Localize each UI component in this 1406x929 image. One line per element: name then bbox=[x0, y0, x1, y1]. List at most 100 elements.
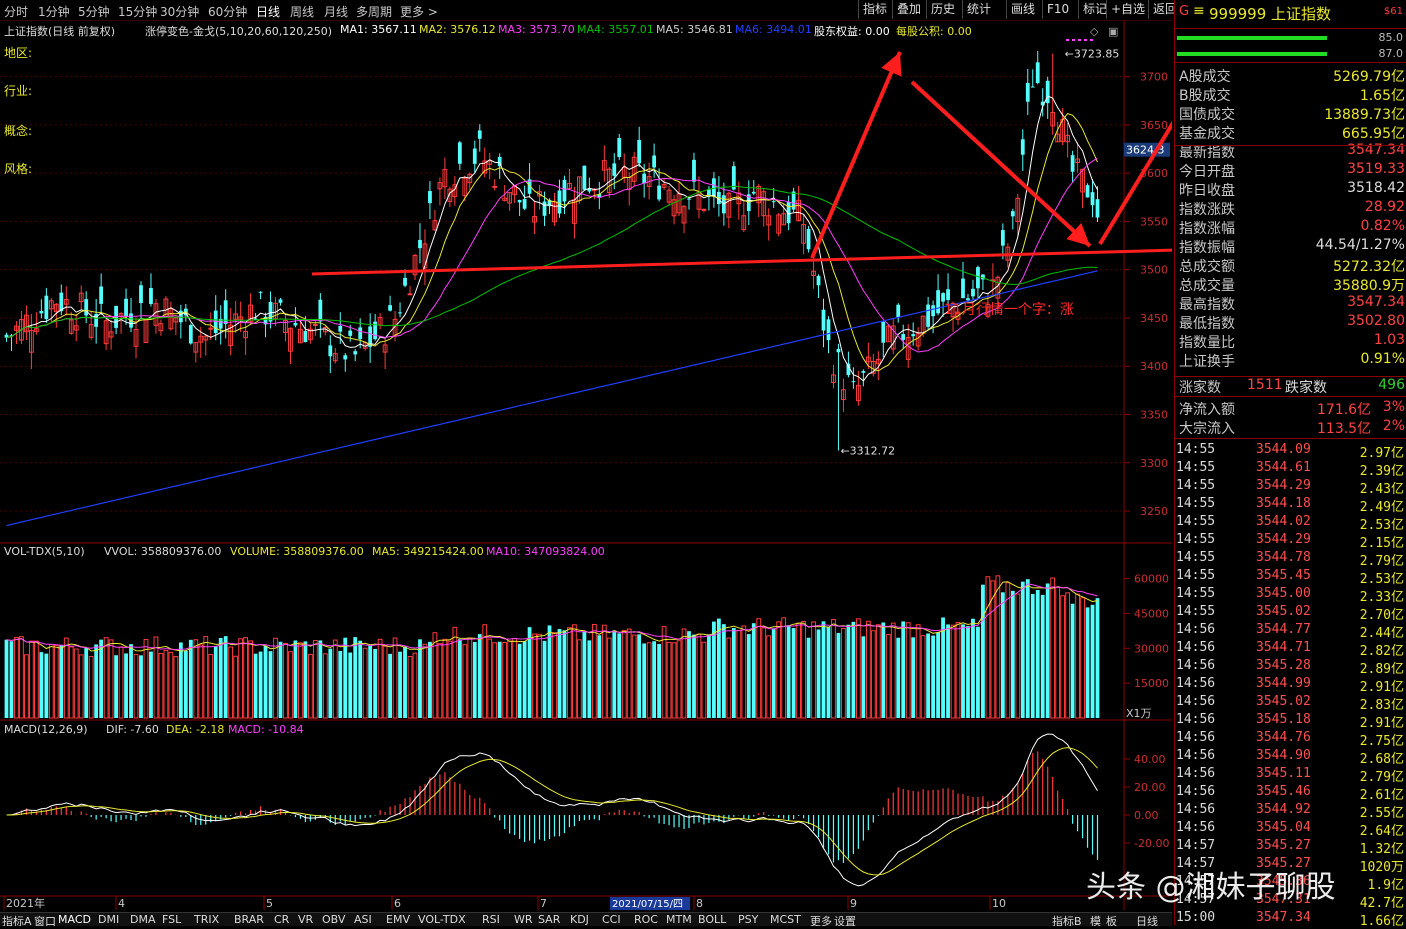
strength-bar-1 bbox=[1177, 36, 1327, 40]
toolbar-btn-1[interactable]: 叠加 bbox=[892, 0, 925, 19]
toolbar-btn-7[interactable]: +自选 bbox=[1106, 0, 1149, 19]
period-tab-9[interactable]: 多周期 bbox=[356, 3, 392, 20]
bottom-right-tab-0[interactable]: 指标B bbox=[1052, 913, 1082, 926]
volume-bar bbox=[238, 638, 244, 719]
candle bbox=[1050, 53, 1056, 135]
indicator-tab-13[interactable]: VOL-TDX bbox=[418, 913, 466, 926]
indicator-tab-15[interactable]: WR bbox=[514, 913, 533, 926]
volume-bar bbox=[657, 643, 662, 718]
volume-bar bbox=[437, 643, 443, 719]
toolbar-btn-0[interactable]: 指标 bbox=[858, 0, 891, 19]
volume-axis-label: 15000 bbox=[1134, 677, 1169, 690]
flow-value: 113.5亿 bbox=[1317, 421, 1372, 437]
volume-bar bbox=[88, 655, 94, 719]
macd-axis-label: 0.00 bbox=[1134, 809, 1159, 822]
indicator-tab-1[interactable]: 窗口 bbox=[34, 913, 56, 926]
indicator-tab-12[interactable]: EMV bbox=[386, 913, 410, 926]
bottom-right-tab-3[interactable]: 日线 bbox=[1136, 913, 1158, 926]
toolbar-btn-5[interactable]: F10 bbox=[1042, 0, 1073, 19]
period-tab-2[interactable]: 5分钟 bbox=[78, 3, 110, 20]
indicator-tab-8[interactable]: CR bbox=[274, 913, 289, 926]
indicator-tab-10[interactable]: OBV bbox=[322, 913, 345, 926]
candle bbox=[428, 181, 432, 220]
period-tab-7[interactable]: 周线 bbox=[290, 3, 314, 20]
indicator-tab-4[interactable]: DMA bbox=[130, 913, 156, 926]
volume-bar bbox=[631, 634, 637, 719]
candle bbox=[19, 310, 24, 345]
tick-row: 14:56 3545.02 2.83亿 bbox=[1176, 694, 1406, 713]
period-tab-3[interactable]: 15分钟 bbox=[118, 3, 157, 20]
toolbar-btn-4[interactable]: 画线 bbox=[1006, 0, 1039, 19]
menu-icon[interactable]: ≡ bbox=[1193, 3, 1205, 19]
tick-row: 14:55 3544.09 2.97亿 bbox=[1176, 442, 1406, 461]
indicator-tab-14[interactable]: RSI bbox=[482, 913, 500, 926]
bar2-value: 87.0 bbox=[1378, 47, 1404, 60]
candle bbox=[39, 299, 44, 319]
candle bbox=[103, 315, 109, 350]
toolbar-btn-3[interactable]: 统计 bbox=[962, 0, 995, 19]
bottom-right-tab-2[interactable]: 板 bbox=[1106, 913, 1117, 926]
volume-bar bbox=[591, 623, 597, 719]
period-tab-8[interactable]: 月线 bbox=[324, 3, 348, 20]
volume-bar bbox=[846, 624, 851, 718]
bar1-value: 85.0 bbox=[1378, 31, 1404, 44]
indicator-tab-19[interactable]: ROC bbox=[634, 913, 658, 926]
candle bbox=[84, 291, 89, 324]
candle bbox=[139, 281, 143, 318]
volume-bar bbox=[885, 633, 891, 719]
bottom-right-tab-1[interactable]: 模 bbox=[1090, 913, 1101, 926]
quote-key: 基金成交 bbox=[1179, 126, 1235, 142]
indicator-tab-5[interactable]: FSL bbox=[162, 913, 181, 926]
indicator-tab-25[interactable]: 设置 bbox=[834, 913, 856, 926]
period-tab-1[interactable]: 1分钟 bbox=[38, 3, 70, 20]
volume-bar bbox=[861, 636, 866, 718]
kline-chart[interactable]: 3700365036003550350034503400335033003250… bbox=[0, 0, 1172, 925]
indicator-tab-7[interactable]: BRAR bbox=[234, 913, 264, 926]
tick-time: 14:55 bbox=[1176, 460, 1216, 475]
indicator-tab-2[interactable]: MACD bbox=[58, 913, 91, 926]
candle bbox=[976, 265, 980, 300]
indicator-tab-6[interactable]: TRIX bbox=[194, 913, 219, 926]
candle bbox=[806, 226, 811, 253]
indicator-tab-23[interactable]: MCST bbox=[770, 913, 801, 926]
period-tab-5[interactable]: 60分钟 bbox=[208, 3, 247, 20]
volume-bar bbox=[941, 617, 945, 718]
volume-bar bbox=[721, 624, 726, 718]
candle bbox=[901, 324, 906, 349]
indicator-tab-20[interactable]: MTM bbox=[666, 913, 692, 926]
period-tab-6[interactable]: 日线 bbox=[256, 3, 280, 20]
tick-price: 3545.02 bbox=[1256, 604, 1311, 619]
volume-bar bbox=[158, 653, 164, 719]
candle bbox=[1080, 168, 1085, 209]
period-tab-0[interactable]: 分时 bbox=[4, 3, 28, 20]
candle bbox=[213, 295, 218, 341]
candle bbox=[1065, 122, 1071, 158]
flow-row: 大宗流入 113.5亿 2% bbox=[1177, 418, 1406, 437]
indicator-tab-22[interactable]: PSY bbox=[738, 913, 758, 926]
candle bbox=[203, 334, 209, 356]
volume-bar bbox=[298, 642, 303, 719]
period-tab-4[interactable]: 30分钟 bbox=[160, 3, 199, 20]
indicator-tab-0[interactable]: 指标A bbox=[2, 913, 32, 926]
indicator-tab-18[interactable]: CCI bbox=[602, 913, 621, 926]
volume-bar bbox=[1060, 595, 1066, 719]
volume-bar bbox=[382, 645, 388, 719]
indicator-tab-9[interactable]: VR bbox=[298, 913, 313, 926]
indicator-tab-3[interactable]: DMI bbox=[98, 913, 119, 926]
period-tab-10[interactable]: 更多 > bbox=[400, 3, 438, 20]
date-axis-label: 6 bbox=[394, 897, 401, 910]
volume-bar bbox=[955, 621, 961, 719]
volume-bar bbox=[1070, 603, 1075, 718]
volume-bar bbox=[617, 633, 622, 718]
candle bbox=[826, 316, 831, 354]
indicator-tab-21[interactable]: BOLL bbox=[698, 913, 726, 926]
volume-bar bbox=[890, 622, 896, 719]
volume-bar bbox=[487, 638, 493, 719]
volume-info-item: VOL-TDX(5,10) bbox=[4, 545, 85, 558]
indicator-tab-11[interactable]: ASI bbox=[354, 913, 372, 926]
quote-value: 0.82% bbox=[1360, 218, 1405, 234]
indicator-tab-17[interactable]: KDJ bbox=[570, 913, 589, 926]
indicator-tab-24[interactable]: 更多 bbox=[810, 913, 832, 926]
indicator-tab-16[interactable]: SAR bbox=[538, 913, 560, 926]
toolbar-btn-2[interactable]: 历史 bbox=[926, 0, 959, 19]
